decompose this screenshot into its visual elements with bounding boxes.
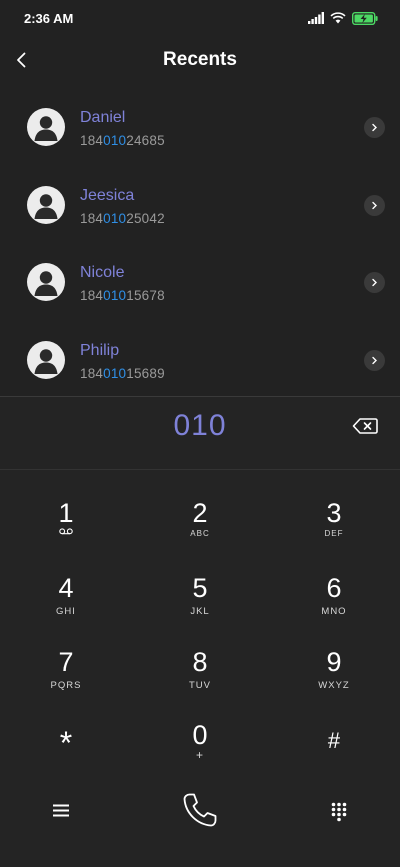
dialpad-area: 010 1 2 ABC 3 DEF 4 GHI 5 JKL 6 MNO 7 PQ… — [0, 396, 400, 867]
contact-name: Philip — [80, 342, 120, 359]
number-match-highlight: 010 — [103, 288, 127, 303]
key-letters: + — [195, 748, 204, 762]
chevron-right-icon — [372, 356, 377, 365]
key-letters: TUV — [189, 680, 211, 691]
dial-display: 010 — [0, 397, 400, 470]
dialpad-icon — [331, 802, 347, 822]
contact-number: 18401024685 — [80, 133, 165, 148]
chevron-right-icon — [372, 278, 377, 287]
chevron-right-icon — [372, 201, 377, 210]
menu-icon — [53, 804, 69, 817]
key-4[interactable]: 4 GHI — [16, 573, 116, 643]
key-letters: ABC — [190, 529, 210, 538]
contact-name: Nicole — [80, 264, 125, 281]
dialpad-toggle-button[interactable] — [331, 802, 347, 827]
signal-icon — [308, 12, 324, 24]
list-item[interactable]: Daniel 18401024685 — [0, 90, 400, 166]
key-digit: 6 — [326, 573, 342, 603]
menu-button[interactable] — [52, 803, 70, 823]
contact-detail-button[interactable] — [364, 117, 385, 138]
key-star[interactable]: * — [16, 725, 116, 795]
page-title: Recents — [163, 49, 237, 70]
key-digit: 9 — [326, 647, 342, 677]
key-letters: WXYZ — [318, 680, 350, 691]
key-digit: 5 — [192, 573, 208, 603]
status-time: 2:36 AM — [24, 11, 74, 26]
key-digit: 7 — [58, 647, 74, 677]
key-9[interactable]: 9 WXYZ — [284, 647, 384, 717]
recents-list: Daniel 18401024685 Jeesica 18401025042 N… — [0, 90, 400, 396]
wifi-icon — [330, 12, 346, 24]
key-7[interactable]: 7 PQRS — [16, 647, 116, 717]
contact-name: Jeesica — [80, 187, 135, 204]
key-digit: # — [327, 728, 341, 753]
contact-number: 18401015689 — [80, 366, 165, 381]
key-8[interactable]: 8 TUV — [150, 647, 250, 717]
voicemail-icon — [59, 528, 73, 535]
contact-name: Daniel — [80, 109, 126, 126]
key-hash[interactable]: # — [284, 728, 384, 798]
key-6[interactable]: 6 MNO — [284, 573, 384, 643]
contact-detail-button[interactable] — [364, 272, 385, 293]
key-letters: GHI — [56, 606, 76, 617]
list-item[interactable]: Philip 18401015689 — [0, 323, 400, 399]
key-3[interactable]: 3 DEF — [284, 498, 384, 568]
call-button[interactable] — [180, 790, 220, 835]
phone-icon — [183, 793, 217, 827]
number-match-highlight: 010 — [103, 366, 127, 381]
key-letters: JKL — [190, 606, 210, 617]
backspace-button[interactable] — [352, 417, 380, 437]
list-item[interactable]: Jeesica 18401025042 — [0, 168, 400, 244]
key-digit: * — [59, 725, 73, 761]
battery-charging-icon — [352, 11, 378, 25]
chevron-right-icon — [372, 123, 377, 132]
key-digit: 2 — [192, 498, 208, 528]
key-1[interactable]: 1 — [16, 498, 116, 568]
key-letters: DEF — [324, 529, 344, 538]
contact-number: 18401015678 — [80, 288, 165, 303]
key-digit: 3 — [326, 498, 342, 528]
key-digit: 8 — [192, 647, 208, 677]
contact-avatar-icon — [27, 263, 65, 301]
contact-detail-button[interactable] — [364, 195, 385, 216]
status-icons — [308, 11, 378, 25]
key-letters: MNO — [321, 606, 347, 617]
contact-avatar-icon — [27, 186, 65, 224]
key-digit: 0 — [192, 720, 208, 750]
contact-avatar-icon — [27, 108, 65, 146]
number-match-highlight: 010 — [103, 211, 127, 226]
header: Recents — [0, 36, 400, 86]
key-2[interactable]: 2 ABC — [150, 498, 250, 568]
dialed-number[interactable]: 010 — [0, 409, 400, 443]
number-match-highlight: 010 — [103, 133, 127, 148]
key-5[interactable]: 5 JKL — [150, 573, 250, 643]
key-0[interactable]: 0 + — [150, 720, 250, 790]
status-bar: 2:36 AM — [0, 0, 400, 36]
contact-avatar-icon — [27, 341, 65, 379]
key-letters: PQRS — [50, 680, 82, 691]
contact-number: 18401025042 — [80, 211, 165, 226]
backspace-icon — [352, 418, 378, 434]
contact-detail-button[interactable] — [364, 350, 385, 371]
key-digit: 4 — [58, 573, 74, 603]
key-digit: 1 — [58, 498, 74, 528]
list-item[interactable]: Nicole 18401015678 — [0, 245, 400, 321]
